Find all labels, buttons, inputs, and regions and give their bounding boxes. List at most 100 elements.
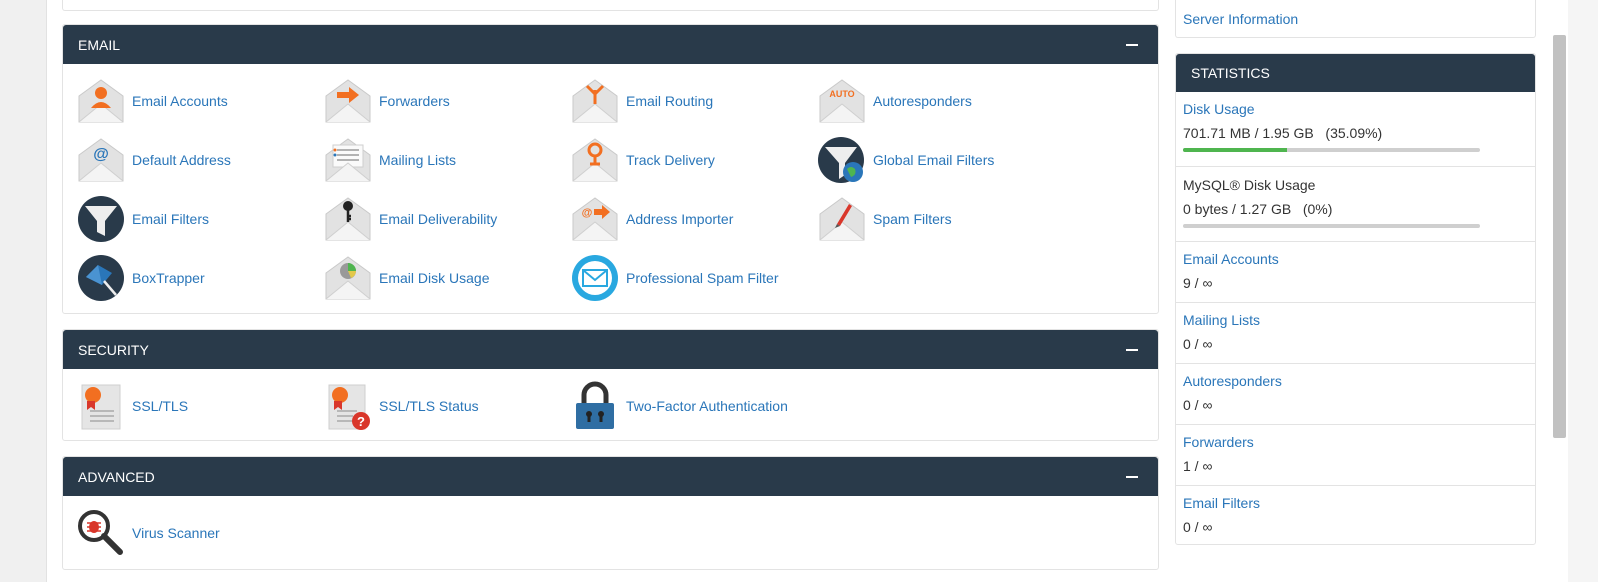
forwarders-link[interactable]: Forwarders bbox=[323, 77, 450, 125]
stat-title[interactable]: Mailing Lists bbox=[1183, 312, 1260, 328]
item-label: Spam Filters bbox=[873, 211, 952, 227]
item-label: Professional Spam Filter bbox=[626, 270, 779, 286]
stat-email-accounts: Email Accounts 9 / ∞ bbox=[1176, 242, 1535, 303]
statistics-header: STATISTICS bbox=[1176, 54, 1535, 92]
item-label: Email Filters bbox=[132, 211, 210, 227]
global-email-filters-icon bbox=[817, 135, 867, 185]
virus-scanner-link[interactable]: Virus Scanner bbox=[76, 509, 220, 557]
email-panel-header[interactable]: EMAIL bbox=[63, 25, 1158, 64]
track-delivery-link[interactable]: Track Delivery bbox=[570, 136, 715, 184]
collapse-icon[interactable] bbox=[1126, 43, 1138, 46]
virus-scanner-icon bbox=[76, 508, 126, 558]
email-routing-icon bbox=[570, 76, 620, 126]
advanced-panel-header[interactable]: ADVANCED bbox=[63, 457, 1158, 496]
stat-value: 0 bytes / 1.27 GB (0%) bbox=[1183, 201, 1333, 217]
boxtrapper-link[interactable]: BoxTrapper bbox=[76, 254, 205, 302]
email-accounts-icon bbox=[76, 76, 126, 126]
left-sidebar-edge bbox=[0, 0, 47, 582]
item-label: Virus Scanner bbox=[132, 525, 220, 541]
item-label: Email Accounts bbox=[132, 93, 228, 109]
item-label: Mailing Lists bbox=[379, 152, 457, 168]
item-label: Autoresponders bbox=[873, 93, 972, 109]
collapse-icon[interactable] bbox=[1126, 348, 1138, 351]
server-information-link[interactable]: Server Information bbox=[1183, 11, 1298, 27]
email-deliverability-link[interactable]: Email Deliverability bbox=[323, 195, 497, 243]
stat-value: 701.71 MB / 1.95 GB (35.09%) bbox=[1183, 125, 1383, 141]
item-label: Forwarders bbox=[379, 93, 450, 109]
autoresponders-icon: AUTO bbox=[817, 76, 867, 126]
global-email-filters-link[interactable]: Global Email Filters bbox=[817, 136, 994, 184]
advanced-panel: ADVANCED Virus Scanner bbox=[62, 456, 1159, 570]
advanced-panel-title: ADVANCED bbox=[78, 468, 155, 485]
item-label: SSL/TLS bbox=[132, 398, 189, 414]
autoresponders-link[interactable]: AUTO Autoresponders bbox=[817, 77, 972, 125]
track-delivery-icon bbox=[570, 135, 620, 185]
statistics-title: STATISTICS bbox=[1191, 65, 1270, 81]
stat-email-filters: Email Filters 0 / ∞ bbox=[1176, 486, 1535, 546]
item-label: Email Disk Usage bbox=[379, 270, 490, 286]
email-filters-link[interactable]: Email Filters bbox=[76, 195, 209, 243]
item-label: Address Importer bbox=[626, 211, 734, 227]
stat-title[interactable]: Email Filters bbox=[1183, 495, 1260, 511]
item-label: Email Deliverability bbox=[379, 211, 498, 227]
default-address-link[interactable]: @ Default Address bbox=[76, 136, 231, 184]
svg-text:@: @ bbox=[93, 146, 109, 163]
item-label: Two-Factor Authentication bbox=[626, 398, 788, 414]
stat-autoresponders: Autoresponders 0 / ∞ bbox=[1176, 364, 1535, 425]
security-panel-header[interactable]: SECURITY bbox=[63, 330, 1158, 369]
scrollbar-thumb[interactable] bbox=[1553, 35, 1566, 438]
mailing-lists-link[interactable]: Mailing Lists bbox=[323, 136, 456, 184]
item-label: Default Address bbox=[132, 152, 231, 168]
ssl-tls-link[interactable]: SSL/TLS bbox=[76, 382, 188, 430]
progress-fill bbox=[1183, 148, 1288, 152]
forwarders-icon bbox=[323, 76, 373, 126]
stat-mailing-lists: Mailing Lists 0 / ∞ bbox=[1176, 303, 1535, 364]
ssl-certificate-icon bbox=[76, 381, 126, 431]
stat-title[interactable]: Disk Usage bbox=[1183, 101, 1255, 117]
stat-value: 0 / ∞ bbox=[1183, 397, 1213, 413]
item-label: Global Email Filters bbox=[873, 152, 995, 168]
svg-text:?: ? bbox=[357, 414, 365, 429]
two-factor-authentication-link[interactable]: Two-Factor Authentication bbox=[570, 381, 788, 431]
address-importer-link[interactable]: @ Address Importer bbox=[570, 195, 733, 243]
spam-filters-link[interactable]: Spam Filters bbox=[817, 195, 952, 243]
email-panel: EMAIL Email Accounts Forwarders Email Ro… bbox=[62, 24, 1159, 314]
email-routing-link[interactable]: Email Routing bbox=[570, 77, 713, 125]
security-panel-title: SECURITY bbox=[78, 341, 149, 358]
ssl-tls-status-link[interactable]: ? SSL/TLS Status bbox=[323, 382, 479, 430]
key-icon bbox=[323, 194, 373, 244]
stat-forwarders: Forwarders 1 / ∞ bbox=[1176, 425, 1535, 486]
padlock-icon bbox=[570, 381, 620, 431]
item-label: Track Delivery bbox=[626, 152, 715, 168]
email-disk-usage-link[interactable]: Email Disk Usage bbox=[323, 254, 489, 302]
security-panel: SECURITY SSL/TLS ? SSL/TLS Status Two-Fa… bbox=[62, 329, 1159, 441]
stat-title[interactable]: Forwarders bbox=[1183, 434, 1254, 450]
email-accounts-link[interactable]: Email Accounts bbox=[76, 77, 228, 125]
collapse-icon[interactable] bbox=[1126, 475, 1138, 478]
stat-title[interactable]: Email Accounts bbox=[1183, 251, 1279, 267]
stat-mysql-disk-usage: MySQL® Disk Usage 0 bytes / 1.27 GB (0%) bbox=[1176, 167, 1535, 242]
pie-chart-icon bbox=[323, 253, 373, 303]
server-information-panel: Server Information bbox=[1175, 0, 1536, 38]
email-filters-icon bbox=[76, 194, 126, 244]
professional-spam-filter-icon bbox=[570, 253, 620, 303]
stat-title: MySQL® Disk Usage bbox=[1183, 177, 1316, 193]
at-sign-icon: @ bbox=[76, 135, 126, 185]
ssl-status-icon: ? bbox=[323, 381, 373, 431]
stat-title[interactable]: Autoresponders bbox=[1183, 373, 1282, 389]
svg-text:AUTO: AUTO bbox=[829, 89, 854, 99]
item-label: BoxTrapper bbox=[132, 270, 205, 286]
address-importer-icon: @ bbox=[570, 194, 620, 244]
spam-filters-icon bbox=[817, 194, 867, 244]
email-panel-title: EMAIL bbox=[78, 36, 121, 53]
item-label: Email Routing bbox=[626, 93, 714, 109]
professional-spam-filter-link[interactable]: Professional Spam Filter bbox=[570, 254, 779, 302]
stat-value: 0 / ∞ bbox=[1183, 519, 1213, 535]
mysql-usage-progress-bar bbox=[1183, 224, 1480, 228]
stat-value: 1 / ∞ bbox=[1183, 458, 1213, 474]
stat-disk-usage: Disk Usage 701.71 MB / 1.95 GB (35.09%) bbox=[1176, 92, 1535, 167]
item-label: SSL/TLS Status bbox=[379, 398, 479, 414]
stat-value: 0 / ∞ bbox=[1183, 336, 1213, 352]
svg-text:@: @ bbox=[582, 207, 593, 219]
statistics-panel: STATISTICS Disk Usage 701.71 MB / 1.95 G… bbox=[1175, 53, 1536, 545]
